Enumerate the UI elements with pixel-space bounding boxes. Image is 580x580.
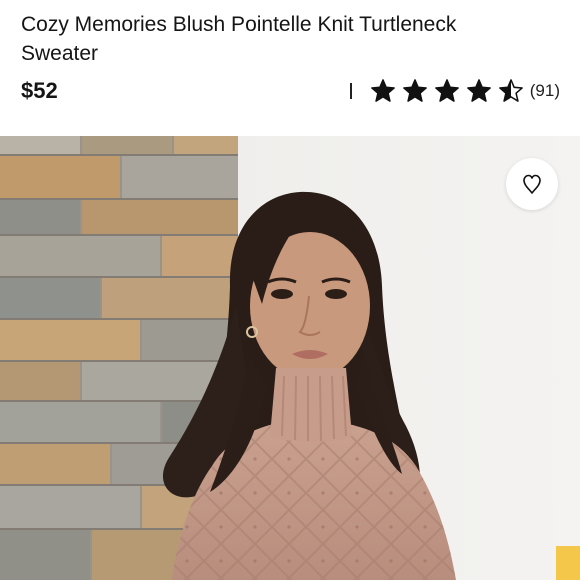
product-price: $52 (21, 78, 58, 103)
product-photo-illustration (0, 136, 580, 580)
heart-icon (523, 174, 541, 194)
star-icon (402, 79, 427, 102)
rating-divider (350, 83, 352, 99)
product-image[interactable] (0, 136, 580, 580)
rating-summary[interactable]: (91) (350, 78, 560, 104)
star-rating (370, 78, 528, 104)
star-icon (466, 79, 491, 102)
like-button[interactable] (506, 158, 558, 210)
product-title: Cozy Memories Blush Pointelle Knit Turtl… (21, 13, 457, 65)
review-count[interactable]: (91) (530, 81, 560, 101)
star-icon (434, 79, 459, 102)
half-star-icon (498, 79, 523, 102)
star-icon (370, 79, 395, 102)
